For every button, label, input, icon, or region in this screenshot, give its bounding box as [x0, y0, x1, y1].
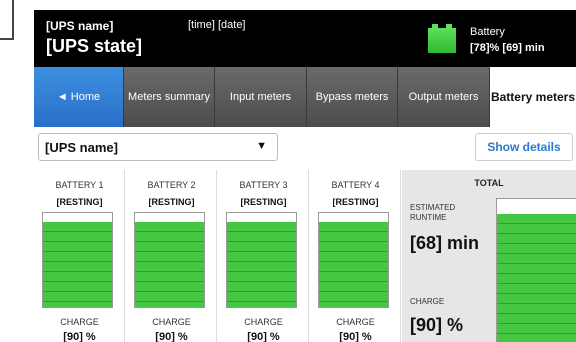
battery-charge-value: [90] % [155, 331, 188, 342]
battery-charge-label: CHARGE [336, 317, 375, 327]
ups-select-value: [UPS name] [45, 140, 118, 155]
battery-charge-fill [319, 222, 388, 307]
header-battery-percent: [78]% [470, 42, 500, 54]
battery-charge-value: [90] % [63, 331, 96, 342]
battery-charge-fill [227, 222, 296, 307]
battery-charge-label: CHARGE [244, 317, 283, 327]
header-bar: [UPS name] [time] [date] [UPS state] Bat… [34, 10, 576, 67]
battery-charge-gauge [226, 212, 297, 308]
header-battery-values: [78]% [69] min [470, 42, 545, 54]
battery-charge-value: [90] % [339, 331, 372, 342]
battery-title: BATTERY 2 [147, 180, 196, 190]
battery-charge-gauge [42, 212, 113, 308]
tab-input-meters[interactable]: Input meters [215, 67, 307, 127]
left-edge-marker [0, 0, 14, 40]
battery-charge-label: CHARGE [60, 317, 99, 327]
battery-card-3: BATTERY 3 [RESTING] CHARGE [90] % [218, 170, 309, 342]
header-ups-name: [UPS name] [46, 19, 114, 33]
battery-card-2: BATTERY 2 [RESTING] CHARGE [90] % [126, 170, 217, 342]
total-charge-gauge [496, 198, 576, 342]
battery-charge-fill [43, 222, 112, 307]
header-battery-label: Battery [470, 26, 505, 38]
battery-state: [RESTING] [240, 197, 287, 207]
chevron-down-icon: ▼ [256, 140, 267, 152]
header-time-date: [time] [date] [188, 19, 246, 31]
battery-charge-fill [135, 222, 204, 307]
estimated-runtime-value: [68] min [410, 233, 480, 253]
header-time: [time] [188, 19, 215, 31]
battery-charge-label: CHARGE [152, 317, 191, 327]
battery-state: [RESTING] [56, 197, 103, 207]
battery-icon [428, 24, 456, 53]
battery-title: BATTERY 1 [55, 180, 104, 190]
battery-title: BATTERY 3 [239, 180, 288, 190]
header-battery-runtime: [69] min [502, 42, 545, 54]
total-panel: TOTAL ESTIMATED RUNTIME [68] min CHARGE … [402, 170, 576, 342]
total-title: TOTAL [474, 178, 504, 188]
battery-state: [RESTING] [332, 197, 379, 207]
battery-card-4: BATTERY 4 [RESTING] CHARGE [90] % [310, 170, 401, 342]
left-edge-panel [0, 0, 20, 342]
total-charge-fill [497, 214, 576, 342]
battery-columns: BATTERY 1 [RESTING] CHARGE [90] % BATTER… [34, 170, 402, 342]
tab-battery-meters[interactable]: Battery meters [490, 67, 576, 127]
estimated-runtime-label: ESTIMATED RUNTIME [410, 203, 456, 222]
battery-charge-gauge [318, 212, 389, 308]
show-details-button[interactable]: Show details [475, 133, 573, 161]
tab-home[interactable]: ◄ Home [34, 67, 124, 127]
battery-title: BATTERY 4 [331, 180, 380, 190]
tab-meters-summary[interactable]: Meters summary [124, 67, 215, 127]
tab-bypass-meters[interactable]: Bypass meters [307, 67, 398, 127]
battery-card-1: BATTERY 1 [RESTING] CHARGE [90] % [34, 170, 125, 342]
header-date: [date] [217, 19, 246, 31]
battery-charge-gauge [134, 212, 205, 308]
total-charge-label: CHARGE [410, 297, 445, 306]
tab-output-meters[interactable]: Output meters [398, 67, 490, 127]
ups-app-window: [UPS name] [time] [date] [UPS state] Bat… [34, 10, 576, 342]
header-ups-state: [UPS state] [46, 36, 143, 56]
battery-charge-value: [90] % [247, 331, 280, 342]
total-charge-value: [90] % [410, 315, 464, 335]
nav-tabs: ◄ Home Meters summary Input meters Bypas… [34, 67, 576, 127]
ups-select-dropdown[interactable]: [UPS name] ▼ [38, 133, 278, 161]
battery-body [428, 28, 456, 53]
battery-state: [RESTING] [148, 197, 195, 207]
